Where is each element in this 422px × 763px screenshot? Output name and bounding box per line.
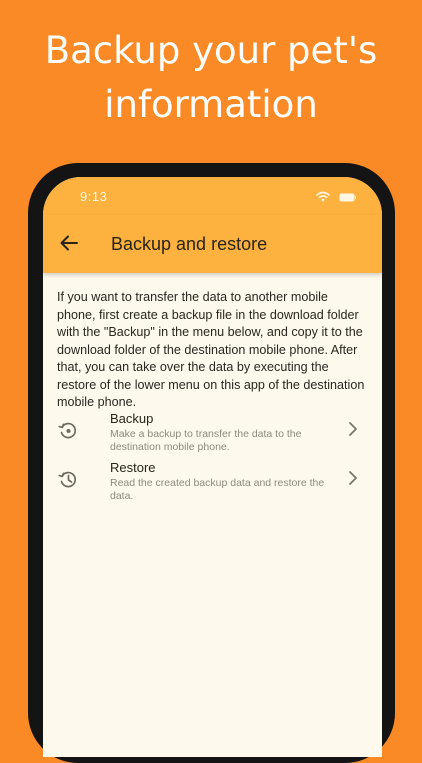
instructions-text: If you want to transfer the data to anot… — [57, 290, 365, 409]
promo-headline: Backup your pet's information — [44, 29, 378, 126]
back-button[interactable] — [56, 232, 82, 258]
app-screen: 9:13 Backup and restore If you want to t… — [43, 177, 382, 757]
chevron-right-icon — [346, 421, 360, 437]
menu-item-backup[interactable]: Backup Make a backup to transfer the dat… — [43, 411, 382, 457]
status-icons — [316, 189, 356, 207]
arrow-left-icon — [60, 235, 78, 256]
app-bar: Backup and restore — [43, 215, 382, 273]
menu-item-title: Backup — [110, 411, 154, 426]
menu-item-subtitle: Make a backup to transfer the data to th… — [110, 428, 302, 453]
page-title: Backup and restore — [111, 234, 268, 254]
menu-item-subtitle: Read the created backup data and restore… — [110, 477, 325, 502]
status-time: 9:13 — [80, 189, 108, 204]
battery-icon — [339, 189, 356, 207]
menu-item-title: Restore — [110, 460, 156, 475]
backup-icon — [57, 419, 79, 441]
wifi-icon — [316, 189, 330, 207]
menu-item-restore[interactable]: Restore Read the created backup data and… — [43, 460, 382, 506]
status-bar: 9:13 — [43, 177, 382, 215]
restore-icon — [57, 468, 79, 490]
chevron-right-icon — [346, 470, 360, 486]
